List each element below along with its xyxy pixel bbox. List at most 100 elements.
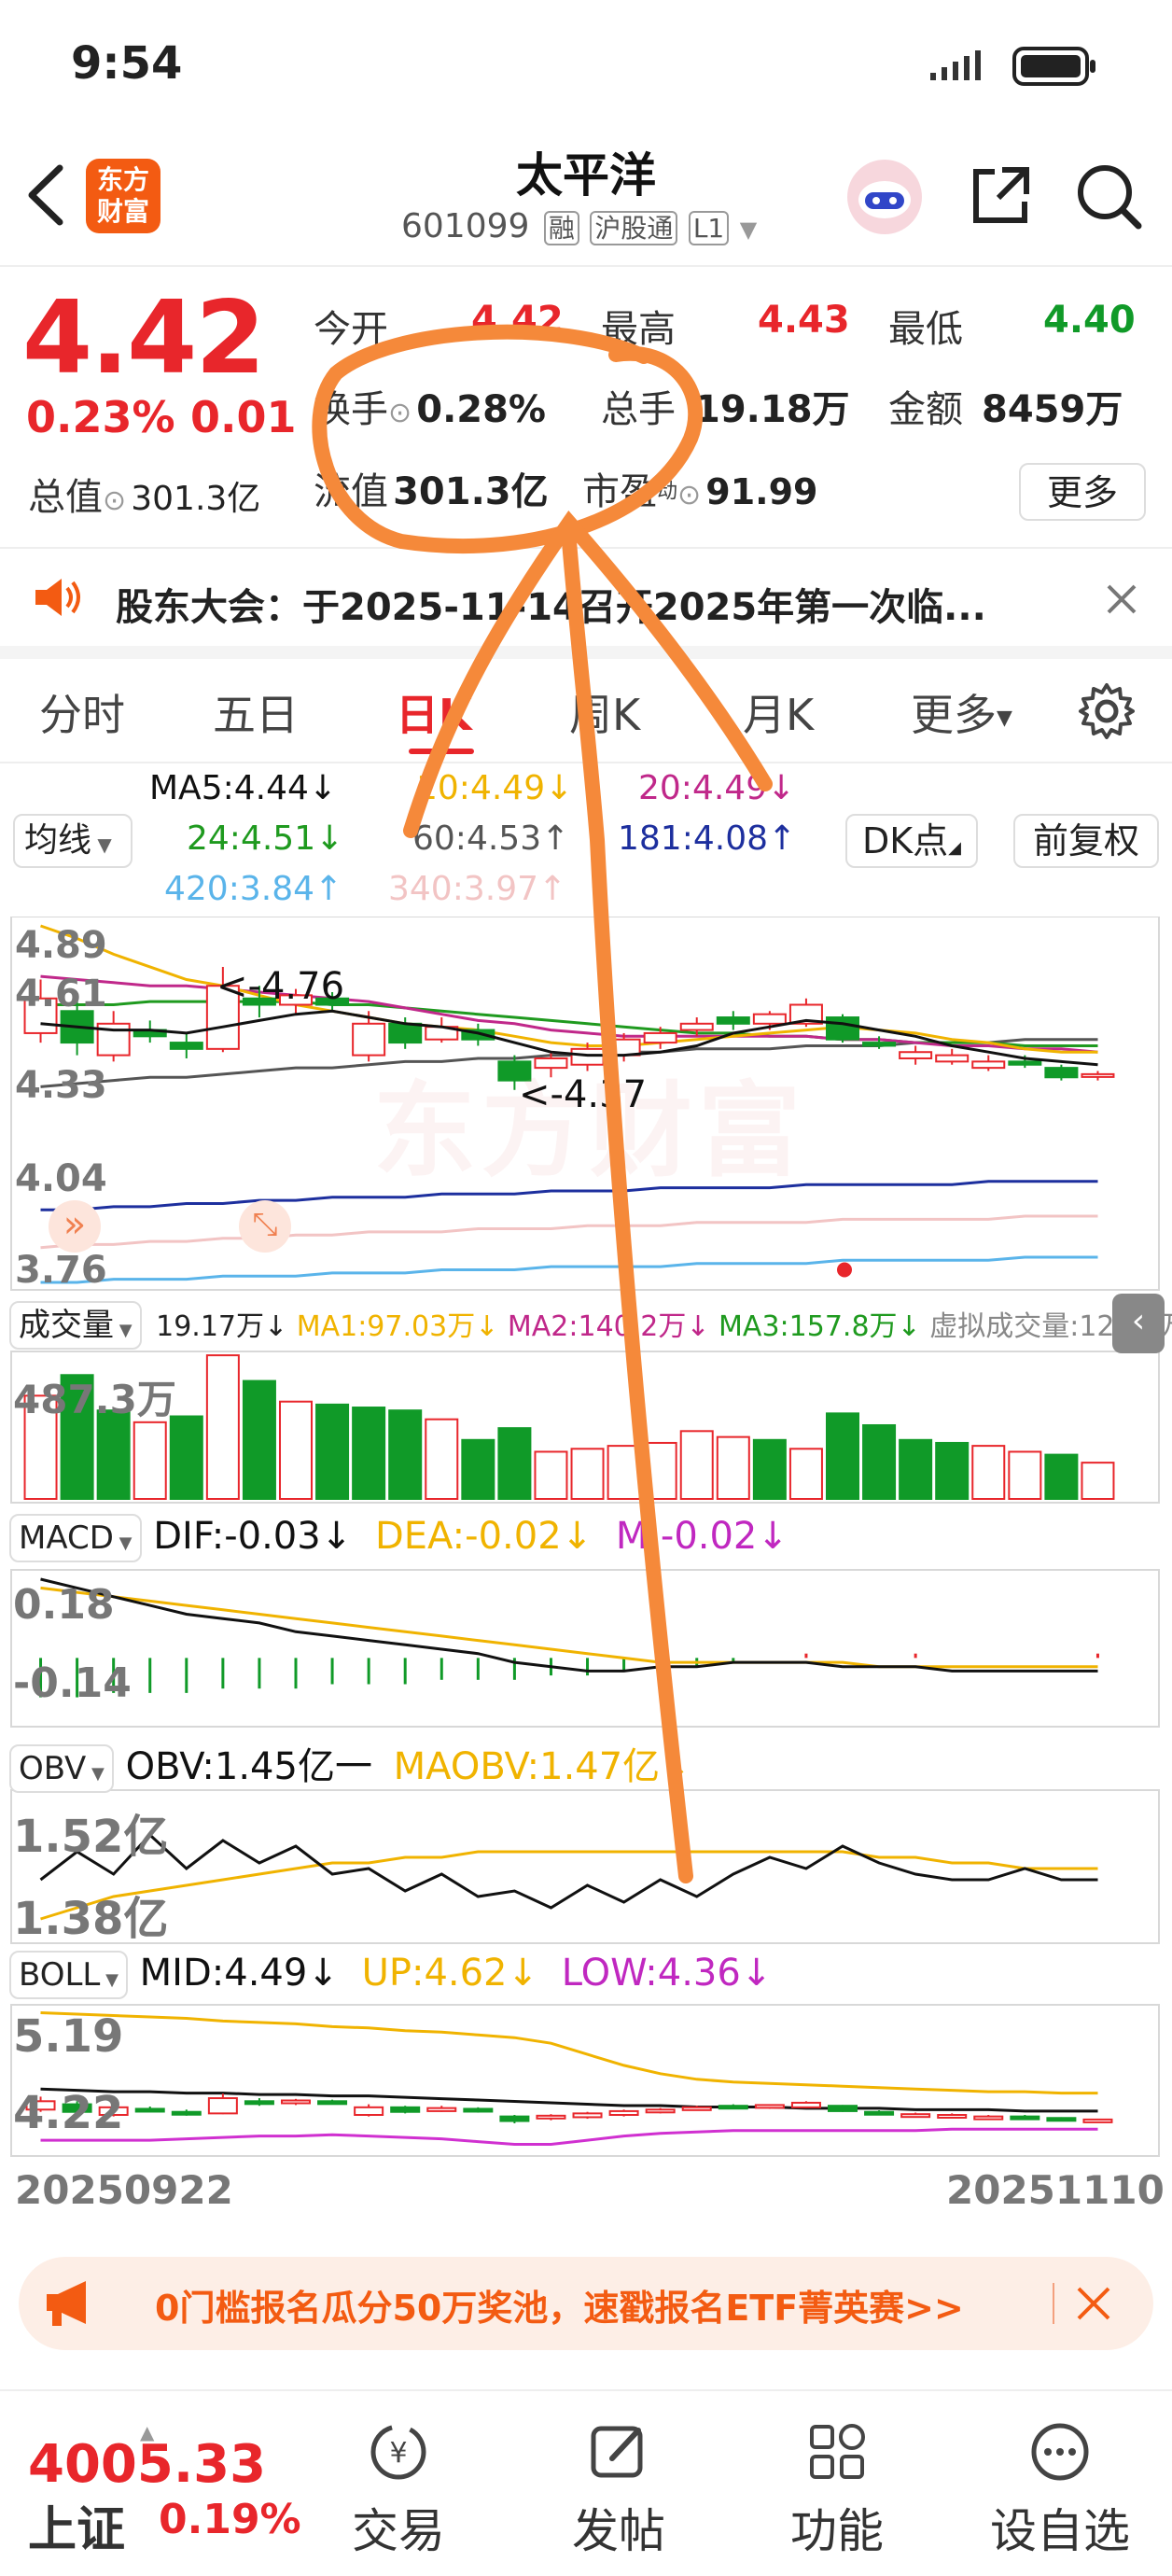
candle-body <box>971 1060 1006 1070</box>
speaker-icon <box>32 575 84 623</box>
volume-bar <box>388 1409 423 1501</box>
collapse-panel-icon[interactable]: ‹ <box>1112 1294 1165 1353</box>
volume-label: 总手 <box>601 388 676 431</box>
volume-bar <box>497 1427 532 1501</box>
dropdown-icon[interactable]: ▼ <box>740 217 757 243</box>
tab-five-day[interactable]: 五日 <box>213 681 299 743</box>
vol-selector[interactable]: 成交量 ▼ <box>9 1301 142 1350</box>
info-icon[interactable]: ⊙ <box>677 479 701 511</box>
ma181-value: 181:4.08↑ <box>618 819 797 858</box>
watermark: 东方财富 <box>373 1071 806 1191</box>
maobv-value: MAOBV:1.47亿↓ <box>393 1745 691 1788</box>
notice-bar[interactable]: 股东大会：于2025-11-14召开2025年第一次临... <box>0 551 1172 659</box>
vol-value: 19.17万↓ <box>156 1310 288 1343</box>
date-start: 20250922 <box>15 2167 233 2213</box>
more-button[interactable]: 更多 <box>1019 463 1146 521</box>
share-icon[interactable] <box>967 162 1034 233</box>
low-label: 最低 <box>888 308 963 351</box>
boll-candle-body <box>937 2114 968 2119</box>
nav-function-label: 功能 <box>790 2504 884 2558</box>
vol-ma2: MA2:140.2万↓ <box>507 1310 710 1343</box>
price-tick-5: 3.76 <box>15 1249 107 1292</box>
dk-point-button[interactable]: DK点◢ <box>845 814 978 868</box>
dk-point-label: DK点 <box>861 820 949 861</box>
tab-minute[interactable]: 分时 <box>39 681 125 743</box>
stock-code-row: 601099 融 沪股通 L1 ▼ <box>401 207 757 245</box>
high-value: 4.43 <box>758 299 850 342</box>
boll-selector[interactable]: BOLL ▼ <box>9 1951 128 1999</box>
candle-body <box>169 1042 203 1050</box>
obv-header: OBV ▼ OBV:1.45亿一 MAOBV:1.47亿↓ <box>9 1736 691 1793</box>
macd-selector-label: MACD <box>19 1519 114 1557</box>
boll-candle-body <box>536 2114 566 2120</box>
pe-label: 市盈 <box>582 470 657 513</box>
search-icon[interactable] <box>1073 161 1144 235</box>
volume-bar <box>1008 1450 1042 1501</box>
corner-icon: ◢ <box>948 838 962 858</box>
boll-candle-body <box>572 2112 603 2119</box>
mktcap-label: 总值 <box>28 476 103 519</box>
nav-post[interactable]: 发帖 <box>549 2419 689 2561</box>
robot-avatar-icon[interactable] <box>844 157 925 241</box>
ma-selector[interactable]: 均线 ▼ <box>13 814 133 868</box>
index-value: 4005.33 <box>28 2434 267 2495</box>
price-tick-4: 4.04 <box>15 1157 107 1200</box>
kline-chart[interactable]: 东方财富 4.89 4.61 4.33 4.04 3.76 <-4.76 <-4… <box>0 917 1172 2242</box>
resize-icon[interactable]: ⤡ <box>239 1200 291 1253</box>
close-icon[interactable] <box>1103 581 1140 622</box>
vol-tick: 487.3万 <box>13 1377 176 1422</box>
open-value: 4.42 <box>471 299 564 342</box>
adjust-button[interactable]: 前复权 <box>1013 814 1159 868</box>
chevron-down-icon: ▼ <box>997 707 1012 730</box>
boll-candle-body <box>317 2100 348 2106</box>
boll-selector-label: BOLL <box>19 1956 101 1994</box>
volume-bar <box>1081 1462 1115 1500</box>
volume-bar <box>899 1438 933 1500</box>
boll-candle-body <box>499 2115 530 2122</box>
post-icon <box>591 2426 643 2478</box>
price-tick-3: 4.33 <box>15 1064 107 1107</box>
gear-icon[interactable] <box>1077 681 1137 745</box>
last-price: 4.42 <box>22 280 265 397</box>
obv-tick-1: 1.52亿 <box>13 1811 169 1863</box>
obv-line <box>39 1832 1098 1910</box>
turnover-row: 换手⊙ 0.28% <box>314 379 546 433</box>
amount-label: 金额 <box>888 388 963 431</box>
tab-more[interactable]: 更多▼ <box>911 681 1012 743</box>
price-tick-2: 4.61 <box>15 973 107 1015</box>
index-widget[interactable]: ▲ 4005.33 上证 0.19% <box>28 2421 327 2558</box>
ma5-value: MA5:4.44↓ <box>149 769 338 807</box>
macd-dif: DIF:-0.03↓ <box>153 1515 353 1558</box>
volume-bar <box>205 1354 240 1501</box>
info-icon[interactable]: ⊙ <box>103 484 126 517</box>
tab-day-k[interactable]: 日K <box>396 681 472 743</box>
ma20-line <box>40 974 1098 1054</box>
promo-banner[interactable]: 0门槛报名瓜分50万奖池，速戳报名ETF菁英赛>> <box>19 2257 1153 2350</box>
float-value: 301.3亿 <box>393 470 549 513</box>
boll-candle-body <box>463 2107 494 2113</box>
nav-watchlist[interactable]: 设自选 <box>976 2419 1144 2561</box>
info-icon[interactable]: ⊙ <box>388 397 412 429</box>
tab-week-k[interactable]: 周K <box>569 681 640 743</box>
change-pct: 0.23% <box>26 392 175 442</box>
obv-selector[interactable]: OBV ▼ <box>9 1744 114 1793</box>
tab-month-k[interactable]: 月K <box>743 681 814 743</box>
nav-trade[interactable]: ¥ 交易 <box>328 2419 468 2561</box>
candle-body <box>679 1022 714 1031</box>
boll-candle-body <box>645 2108 676 2114</box>
macd-selector[interactable]: MACD ▼ <box>9 1514 142 1562</box>
volume-bar <box>716 1435 750 1501</box>
boll-candle-body <box>390 2106 421 2113</box>
candle-body <box>643 1031 677 1044</box>
nav-function[interactable]: 功能 <box>767 2419 907 2561</box>
boll-candle-body <box>281 2099 311 2105</box>
volume-bar <box>679 1430 714 1501</box>
signal-icon <box>928 49 996 86</box>
more-dots-icon <box>1031 2423 1089 2481</box>
vol-selector-label: 成交量 <box>19 1307 114 1344</box>
volume-bar <box>570 1448 605 1500</box>
close-icon[interactable] <box>1073 2283 1114 2328</box>
expand-icon[interactable]: » <box>49 1200 101 1253</box>
bottom-toolbar: ▲ 4005.33 上证 0.19% ¥ 交易 发帖 功能 设自选 <box>0 2389 1172 2576</box>
boll-candle-body <box>864 2110 895 2116</box>
